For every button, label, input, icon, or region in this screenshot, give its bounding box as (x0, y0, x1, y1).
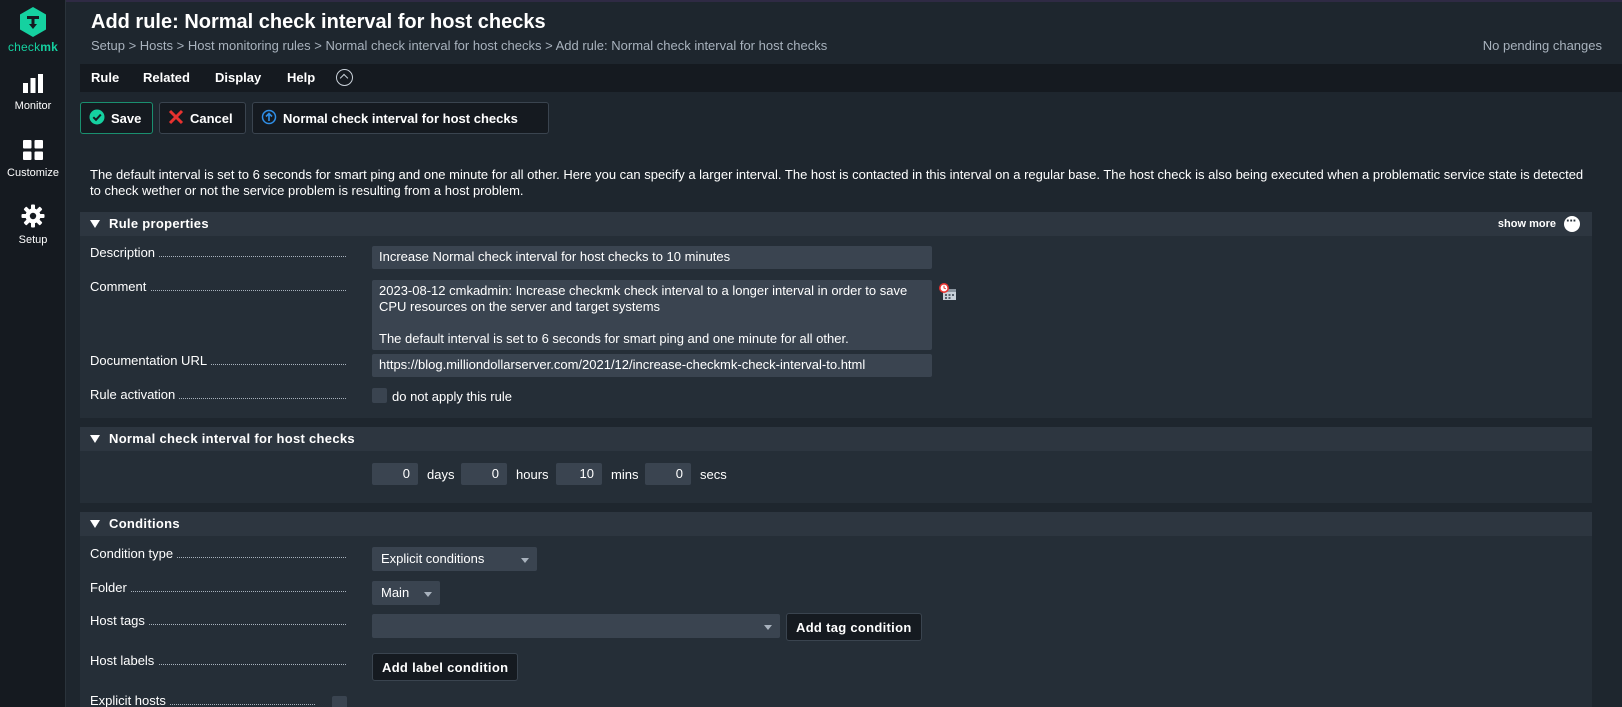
mins-input[interactable]: 10 (556, 463, 602, 485)
page-menu-bar: Rule Related Display Help (80, 64, 1622, 92)
conditions-header[interactable]: Conditions (80, 512, 1592, 536)
sidebar-item-setup[interactable]: Setup (0, 204, 66, 246)
checkmk-logo-icon (20, 7, 46, 37)
explicit-hosts-checkbox[interactable] (332, 696, 347, 707)
check-interval-header[interactable]: Normal check interval for host checks (80, 427, 1592, 451)
sidebar-item-label: Setup (18, 234, 48, 246)
ruleset-help-text: The default interval is set to 6 seconds… (90, 167, 1584, 198)
conditions-section: Conditions Condition type Explicit condi… (80, 512, 1592, 707)
ruleset-link-label: Normal check interval for host checks (283, 110, 518, 126)
host-tags-label: Host tags (90, 613, 346, 628)
cancel-button-label: Cancel (190, 110, 233, 126)
rule-properties-section: Rule properties show more Description In… (80, 212, 1592, 418)
mins-unit: mins (611, 467, 639, 482)
save-button[interactable]: Save (80, 102, 153, 134)
secs-unit: secs (700, 467, 727, 482)
logo-wordmark: checkmk (7, 40, 59, 54)
sidebar-item-monitor[interactable]: Monitor (0, 74, 66, 112)
section-heading: Conditions (109, 516, 180, 531)
menu-help[interactable]: Help (287, 70, 315, 85)
dropdown-caret-icon (764, 625, 772, 630)
hours-input[interactable]: 0 (461, 463, 507, 485)
rule-activation-label: Rule activation (90, 387, 346, 402)
page-title: Add rule: Normal check interval for host… (91, 11, 546, 33)
main-sidebar: checkmk Monitor Customize Setup (0, 0, 66, 707)
rule-properties-header[interactable]: Rule properties show more (80, 212, 1592, 236)
host-labels-label: Host labels (90, 653, 346, 668)
menu-rule[interactable]: Rule (91, 70, 119, 85)
hours-unit: hours (516, 467, 549, 482)
folder-label: Folder (90, 580, 346, 595)
page-header: Add rule: Normal check interval for host… (66, 0, 1622, 62)
description-label: Description (90, 245, 346, 260)
add-label-condition-button[interactable]: Add label condition (372, 653, 519, 681)
dropdown-caret-icon (521, 558, 529, 563)
gear-icon (21, 204, 45, 228)
grid-icon (23, 140, 43, 160)
documentation-url-label: Documentation URL (90, 353, 346, 368)
collapse-triangle-icon (90, 220, 100, 228)
section-heading: Normal check interval for host checks (109, 431, 355, 446)
arrow-up-circle-icon (261, 109, 277, 128)
comment-textarea[interactable]: 2023-08-12 cmkadmin: Increase checkmk ch… (372, 280, 932, 350)
dropdown-caret-icon (424, 592, 432, 597)
pending-changes-status[interactable]: No pending changes (1483, 38, 1602, 53)
close-icon (168, 109, 184, 128)
collapse-menu-icon[interactable] (336, 69, 353, 86)
days-unit: days (427, 467, 455, 482)
breadcrumb[interactable]: Setup > Hosts > Host monitoring rules > … (91, 38, 827, 53)
check-interval-section: Normal check interval for host checks 0 … (80, 427, 1592, 503)
description-input[interactable]: Increase Normal check interval for host … (372, 246, 932, 269)
save-button-label: Save (111, 110, 142, 126)
show-more-toggle[interactable]: show more (1497, 213, 1580, 232)
explicit-hosts-label: Explicit hosts (90, 693, 315, 707)
condition-type-select[interactable]: Explicit conditions (372, 547, 537, 571)
condition-type-selected: Explicit conditions (381, 551, 485, 566)
condition-type-label: Condition type (90, 546, 346, 561)
checkmk-logo[interactable]: checkmk (0, 6, 66, 54)
sidebar-item-customize[interactable]: Customize (0, 139, 66, 179)
menu-display[interactable]: Display (215, 70, 261, 85)
secs-input[interactable]: 0 (645, 463, 691, 485)
documentation-url-input[interactable]: https://blog.milliondollarserver.com/202… (372, 354, 932, 377)
ruleset-link-button[interactable]: Normal check interval for host checks (252, 102, 549, 134)
cancel-button[interactable]: Cancel (159, 102, 246, 134)
sidebar-item-label: Customize (7, 167, 59, 179)
comment-label: Comment (90, 279, 346, 294)
sidebar-item-label: Monitor (14, 100, 52, 112)
collapse-triangle-icon (90, 520, 100, 528)
check-circle-icon (89, 109, 105, 128)
more-dots-icon (1564, 213, 1580, 232)
disable-rule-checkbox-label[interactable]: do not apply this rule (392, 389, 512, 404)
insert-date-icon[interactable] (938, 282, 958, 302)
bar-chart-icon (23, 74, 43, 93)
collapse-triangle-icon (90, 435, 100, 443)
folder-select[interactable]: Main (372, 581, 440, 605)
section-heading: Rule properties (109, 216, 209, 231)
show-more-label: show more (1497, 218, 1556, 230)
days-input[interactable]: 0 (372, 463, 418, 485)
add-tag-condition-button[interactable]: Add tag condition (786, 613, 922, 641)
menu-related[interactable]: Related (143, 70, 190, 85)
disable-rule-checkbox[interactable] (372, 388, 387, 403)
folder-selected: Main (381, 585, 410, 600)
host-tags-select[interactable] (372, 614, 780, 638)
